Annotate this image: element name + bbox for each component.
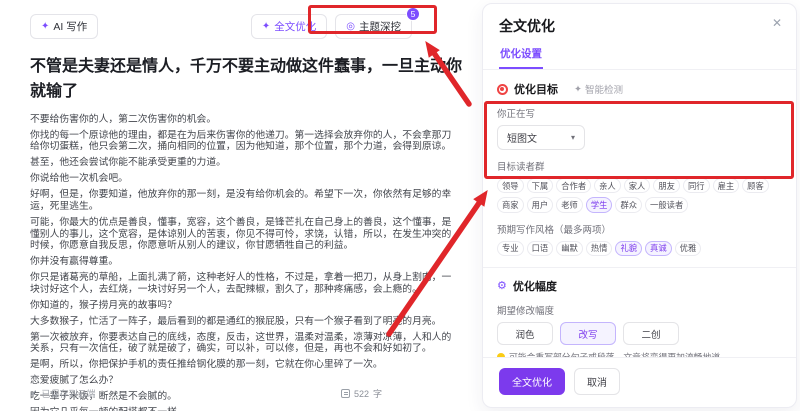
full-optimize-label: 全文优化 [274,19,316,34]
editor-pane: ✦ AI 写作 ✦ 全文优化 ◎ 主题深挖 5 不管是夫妻还是情人，千万不要主动… [0,0,482,411]
paragraph: 不要给伤害你的人，第二次伤害你的机会。 [30,114,458,126]
panel-footer: 全文优化 取消 [483,357,796,407]
panel-body: 优化目标 ✦ 智能检测 你正在写 短图文 ▾ 目标读者群 领导 下属 合作者 亲… [483,70,796,357]
smart-detect-icon: ✦ [574,84,582,95]
sparkle-icon: ✦ [262,21,270,32]
scope-section-title: 优化幅度 [513,278,557,294]
style-tag-selected[interactable]: 礼貌 [615,241,642,256]
document-body[interactable]: 不要给伤害你的人，第二次伤害你的机会。 你找的每一个原谅他的理由，都是在为后来伤… [30,114,458,411]
paragraph: 可能，你最大的优点是善良，懂事，宽容，这个善良，是锋芒扎在自己身上的善良，这个懂… [30,217,458,252]
full-optimize-panel: 全文优化 ✕ 优化设置 优化目标 ✦ 智能检测 你正在写 短图文 ▾ 目标读者群 [482,3,797,408]
panel-header: 全文优化 ✕ [483,4,796,36]
style-tag[interactable]: 口语 [527,241,554,256]
save-status-label: 已保存到云端 [42,387,96,400]
gear-icon: ⚙ [497,281,507,292]
modify-option-polish[interactable]: 润色 [497,322,553,345]
cancel-button[interactable]: 取消 [574,368,620,395]
writing-type-select[interactable]: 短图文 ▾ [497,125,585,150]
audience-tag[interactable]: 同行 [683,178,710,193]
scope-section-header: ⚙ 优化幅度 [497,278,784,294]
paragraph: 甚至，他还会尝试你能不能承受更重的力道。 [30,157,458,169]
section-divider [483,267,796,268]
word-count-value: 522 [354,389,369,399]
modify-scope-options: 润色 改写 二创 [497,322,784,345]
full-optimize-button[interactable]: ✦ 全文优化 [251,14,327,39]
word-count-icon [341,389,350,398]
writing-type-label: 你正在写 [497,106,784,120]
audience-tag[interactable]: 雇主 [713,178,740,193]
topic-target-icon: ◎ [346,21,355,32]
paragraph: 第一次被放弃，你要表达自己的底线，态度，反击，这世界，温柔对温柔，凉薄对凉薄，人… [30,332,458,356]
audience-tag[interactable]: 商家 [497,197,524,212]
paragraph: 你说给他一次机会吧。 [30,173,458,185]
smart-detect-label: 智能检测 [585,82,623,96]
audience-tag[interactable]: 一般读者 [645,197,688,212]
sparkle-plus-icon: ✦ [41,21,49,32]
panel-title: 全文优化 [499,16,780,36]
save-status: ✓ 已保存到云端 [30,387,96,400]
document-title: 不管是夫妻还是情人，千万不要主动做这件蠢事，一旦主动你就输了 [30,55,474,105]
audience-label: 目标读者群 [497,159,784,173]
paragraph: 好啊，但是，你要知道，他放弃你的那一刻，是没有给你机会的。希望下一次，你依然有足… [30,189,458,213]
audience-tag[interactable]: 群众 [615,197,642,212]
audience-tag-group: 领导 下属 合作者 亲人 家人 朋友 同行 雇主 顾客 商家 用户 老师 学生 … [497,178,789,213]
target-icon [497,84,508,95]
paragraph: 因为它几乎每一顿的配搭都不一样。 [30,407,458,411]
audience-tag[interactable]: 家人 [624,178,651,193]
ai-write-label: AI 写作 [53,19,87,34]
style-label: 预期写作风格（最多两项） [497,222,784,236]
topic-dig-badge: 5 [406,7,420,21]
full-optimize-submit-button[interactable]: 全文优化 [499,368,565,395]
close-icon[interactable]: ✕ [772,16,782,30]
style-tag[interactable]: 热情 [586,241,613,256]
goal-section-header: 优化目标 ✦ 智能检测 [497,81,784,97]
audience-tag[interactable]: 用户 [527,197,554,212]
check-icon: ✓ [30,388,38,399]
paragraph: 你并没有赢得尊重。 [30,256,458,268]
topic-dig-label: 主题深挖 [359,19,401,34]
style-tag-group: 专业 口语 幽默 热情 礼貌 真诚 优雅 [497,241,789,256]
topic-dig-button[interactable]: ◎ 主题深挖 [335,14,412,39]
audience-tag[interactable]: 朋友 [653,178,680,193]
paragraph: 你只是诸葛亮的草船，上面扎满了箭，这种老好人的性格，不过是，拿着一把刀，从身上割… [30,272,458,296]
audience-tag[interactable]: 顾客 [742,178,769,193]
style-tag[interactable]: 幽默 [556,241,583,256]
app-window: ✦ AI 写作 ✦ 全文优化 ◎ 主题深挖 5 不管是夫妻还是情人，千万不要主动… [0,0,800,411]
paragraph: 你找的每一个原谅他的理由，都是在为后来伤害你的他递刀。第一选择会放弃你的人，不会… [30,130,458,154]
topic-dig-wrap: ◎ 主题深挖 5 [335,14,412,39]
audience-tag-selected[interactable]: 学生 [586,197,613,212]
style-tag[interactable]: 专业 [497,241,524,256]
modify-scope-label: 期望修改幅度 [497,303,784,317]
paragraph: 恋爱疲腻了怎么办？ [30,375,458,387]
modify-option-rewrite[interactable]: 改写 [560,322,616,345]
writing-type-value: 短图文 [507,130,537,145]
audience-tag[interactable]: 合作者 [556,178,591,193]
toolbar-right-group: ✦ 全文优化 ◎ 主题深挖 5 [251,14,412,39]
panel-tabs: 优化设置 [483,38,796,70]
paragraph: 是啊，所以，你把保护手机的责任推给钢化膜的那一刻，它就在你心里碎了一次。 [30,359,458,371]
chevron-down-icon: ▾ [571,133,575,142]
audience-tag[interactable]: 领导 [497,178,524,193]
ai-write-button[interactable]: ✦ AI 写作 [30,14,98,39]
style-tag[interactable]: 优雅 [675,241,702,256]
audience-tag[interactable]: 亲人 [594,178,621,193]
modify-option-recreate[interactable]: 二创 [623,322,679,345]
paragraph: 大多数猴子，忙活了一阵子，最后看到的都是通红的猴屁股，只有一个猴子看到了明亮的月… [30,316,458,328]
audience-tag[interactable]: 下属 [527,178,554,193]
word-count-unit: 字 [373,387,382,400]
audience-tag[interactable]: 老师 [556,197,583,212]
paragraph: 你知道的，猴子捞月亮的故事吗？ [30,300,458,312]
goal-section-title: 优化目标 [514,81,558,97]
word-count: 522 字 [341,387,382,400]
smart-detect-link[interactable]: ✦ 智能检测 [574,82,623,96]
style-tag-selected[interactable]: 真诚 [645,241,672,256]
tab-optimize-settings[interactable]: 优化设置 [499,38,543,69]
editor-toolbar: ✦ AI 写作 ✦ 全文优化 ◎ 主题深挖 5 [30,14,456,39]
